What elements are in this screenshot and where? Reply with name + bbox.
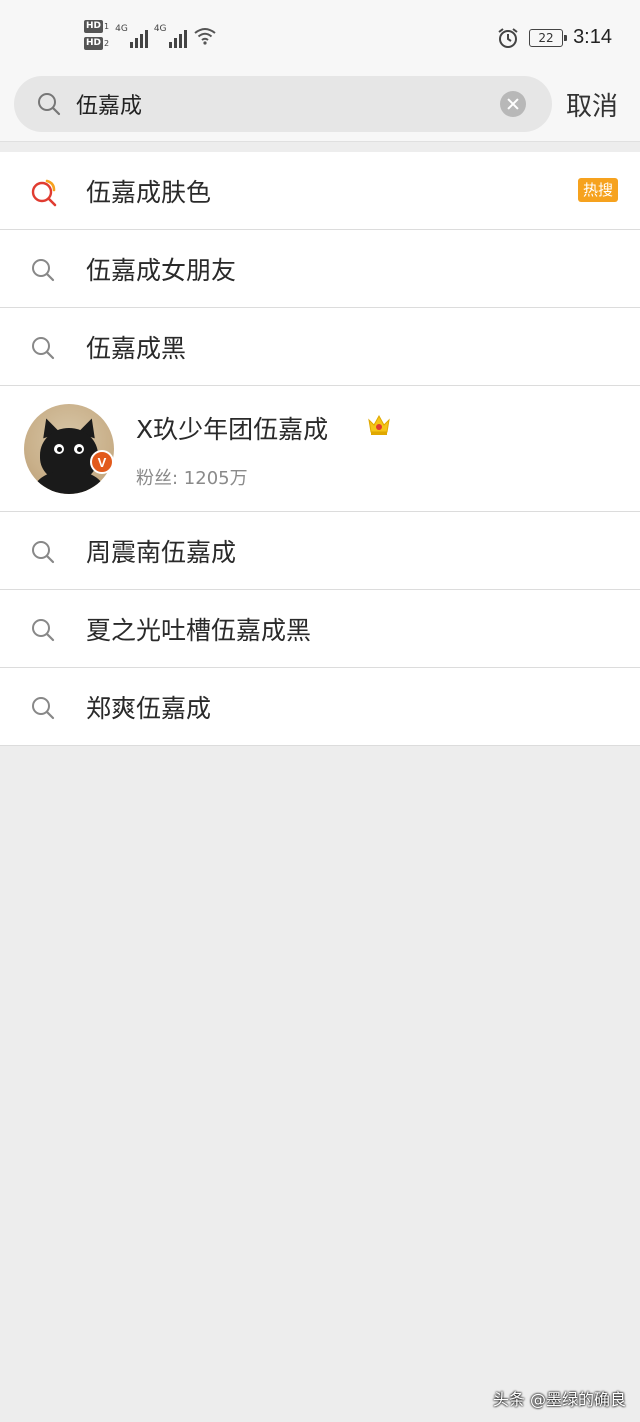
follower-count: 粉丝: 1205万 [136, 468, 248, 489]
suggestion-text: 伍嘉成女朋友 [86, 255, 237, 285]
hd2-label: HD [84, 37, 104, 50]
search-icon [32, 259, 55, 282]
battery-indicator: 22 [529, 28, 568, 47]
signal-2: 4G [154, 20, 187, 48]
signal-2-bars-icon [168, 26, 187, 48]
hd1-number: 1 [104, 22, 110, 31]
suggestion-text: 夏之光吐槽伍嘉成黑 [86, 615, 312, 645]
search-box[interactable] [14, 76, 552, 132]
suggestion-item[interactable]: 夏之光吐槽伍嘉成黑 [0, 590, 640, 668]
status-left: HD 1 HD 2 4G 4G [84, 20, 217, 50]
user-result[interactable]: V X玖少年团伍嘉成 粉丝: 1205万 [0, 386, 640, 512]
clock: 3:14 [573, 26, 612, 48]
wifi-icon [193, 28, 216, 45]
alarm-icon [498, 27, 518, 48]
search-icon [32, 619, 55, 642]
watermark: 头条 @墨绿的确良 [492, 1390, 626, 1409]
hot-badge: 热搜 [577, 178, 618, 202]
verified-badge-icon: V [90, 450, 114, 474]
hot-search-icon [31, 179, 57, 207]
suggestion-item-hot[interactable]: 伍嘉成肤色 热搜 [0, 152, 640, 230]
search-icon [32, 697, 55, 720]
signal-1: 4G [115, 20, 148, 48]
status-bar: HD 1 HD 2 4G 4G 22 3:14 [0, 0, 640, 76]
hd2-indicator: HD 2 [84, 37, 109, 50]
suggestion-list: 伍嘉成肤色 热搜 伍嘉成女朋友 伍嘉成黑 V X玖少年团伍嘉成 粉丝: 1205… [0, 152, 640, 746]
hd-indicators: HD 1 HD 2 [84, 20, 109, 50]
signal-1-bars-icon [129, 26, 148, 48]
status-right: 22 3:14 [497, 26, 612, 49]
search-icon [32, 337, 55, 360]
hd2-number: 2 [104, 39, 110, 48]
user-name: X玖少年团伍嘉成 [136, 415, 329, 444]
signal-2-label: 4G [153, 24, 167, 34]
clear-search-button[interactable] [500, 91, 526, 117]
search-icon [32, 541, 55, 564]
suggestion-text: 伍嘉成黑 [86, 333, 187, 363]
hd1-indicator: HD 1 [84, 20, 109, 33]
signal-1-label: 4G [115, 24, 128, 34]
suggestion-item[interactable]: 伍嘉成黑 [0, 308, 640, 386]
search-input[interactable] [76, 76, 496, 132]
suggestion-text: 郑爽伍嘉成 [86, 693, 212, 723]
suggestion-text: 周震南伍嘉成 [86, 537, 237, 567]
suggestion-item[interactable]: 周震南伍嘉成 [0, 512, 640, 590]
suggestion-item[interactable]: 郑爽伍嘉成 [0, 668, 640, 746]
suggestion-item[interactable]: 伍嘉成女朋友 [0, 230, 640, 308]
search-header: 取消 [0, 76, 640, 142]
cancel-button[interactable]: 取消 [566, 86, 618, 123]
crown-icon [368, 414, 390, 435]
avatar [24, 404, 114, 494]
hd1-label: HD [84, 20, 104, 33]
battery-level: 22 [538, 30, 554, 45]
search-icon [38, 93, 61, 116]
suggestion-text: 伍嘉成肤色 [86, 177, 212, 207]
